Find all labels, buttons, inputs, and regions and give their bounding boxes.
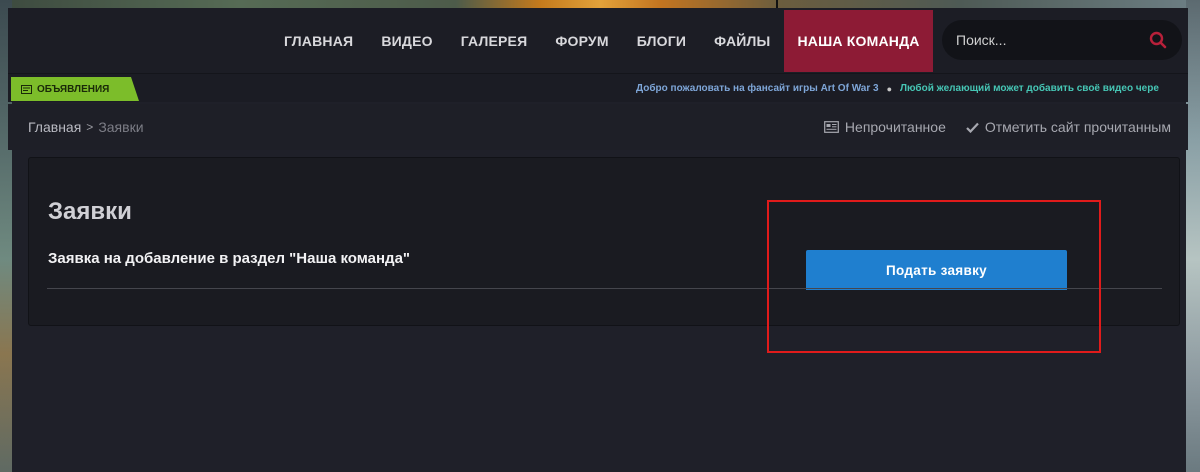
breadcrumb-bar: Главная > Заявки Непрочитанное Отметить … [8,104,1188,150]
announcements-badge[interactable]: ОБЪЯВЛЕНИЯ [11,77,139,101]
main-nav: ГЛАВНАЯ ВИДЕО ГАЛЕРЕЯ ФОРУМ БЛОГИ ФАЙЛЫ … [270,10,933,72]
application-subtitle: Заявка на добавление в раздел "Наша кома… [48,250,411,267]
mail-icon [21,84,32,94]
breadcrumb-current: Заявки [98,119,144,135]
search-icon[interactable] [1148,30,1168,50]
search-box [942,20,1182,60]
search-input[interactable] [956,32,1148,48]
announcement-bar: ОБЪЯВЛЕНИЯ Добро пожаловать на фансайт и… [8,74,1188,102]
ticker-item[interactable]: Любой желающий может добавить своё видео… [900,83,1159,94]
announcement-ticker: Добро пожаловать на фансайт игры Art Of … [636,83,1188,94]
nav-item-home[interactable]: ГЛАВНАЯ [270,10,367,72]
nav-item-video[interactable]: ВИДЕО [367,10,446,72]
unread-label: Непрочитанное [844,119,946,135]
header-background-art [0,0,1200,8]
nav-item-gallery[interactable]: ГАЛЕРЕЯ [447,10,542,72]
announcements-label: ОБЪЯВЛЕНИЯ [37,83,110,95]
unread-link[interactable]: Непрочитанное [824,119,946,135]
breadcrumb-actions: Непрочитанное Отметить сайт прочитанным [804,119,1171,135]
nav-item-blogs[interactable]: БЛОГИ [623,10,700,72]
breadcrumb: Главная > Заявки [28,119,144,135]
ticker-separator: ● [886,83,892,94]
checkmark-icon [966,122,979,133]
breadcrumb-home-link[interactable]: Главная [28,119,81,135]
nav-item-our-team[interactable]: НАША КОМАНДА [784,10,933,72]
nav-item-forum[interactable]: ФОРУМ [541,10,622,72]
page-background-right [1186,0,1200,472]
mark-site-read-link[interactable]: Отметить сайт прочитанным [966,119,1171,135]
chevron-right-icon: > [86,120,94,134]
site-header: ГЛАВНАЯ ВИДЕО ГАЛЕРЕЯ ФОРУМ БЛОГИ ФАЙЛЫ … [8,8,1188,74]
ticker-item[interactable]: Добро пожаловать на фансайт игры Art Of … [636,83,879,94]
newspaper-icon [824,121,839,133]
page-title: Заявки [48,198,132,225]
highlight-annotation-box [767,200,1101,353]
nav-item-files[interactable]: ФАЙЛЫ [700,10,784,72]
mark-site-read-label: Отметить сайт прочитанным [984,119,1171,135]
